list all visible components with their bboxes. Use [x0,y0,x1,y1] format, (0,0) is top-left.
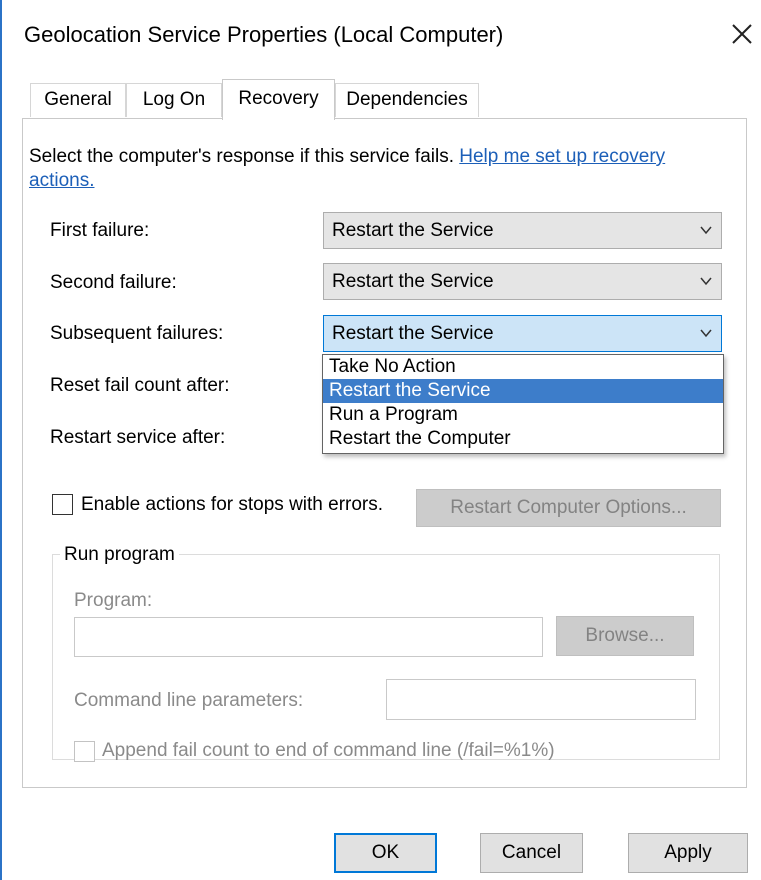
window-title: Geolocation Service Properties (Local Co… [24,22,504,47]
command-line-label: Command line parameters: [74,690,304,711]
chevron-down-icon [700,277,712,286]
restart-computer-options-button[interactable]: Restart Computer Options... [416,489,721,527]
close-icon [732,24,752,44]
chevron-down-icon [700,226,712,235]
run-program-title: Run program [60,544,179,566]
chevron-down-icon [700,329,712,338]
option-run-program[interactable]: Run a Program [323,403,723,427]
tab-strip: General Log On Recovery Dependencies [22,79,747,120]
program-label: Program: [74,590,153,611]
program-input[interactable] [74,617,543,657]
first-failure-value: Restart the Service [332,220,494,241]
intro-text: Select the computer's response if this s… [29,145,729,193]
run-program-group [52,554,720,760]
first-failure-select[interactable]: Restart the Service [323,212,722,249]
properties-dialog: Geolocation Service Properties (Local Co… [0,0,761,880]
reset-fail-count-label: Reset fail count after: [50,375,230,396]
tab-log-on[interactable]: Log On [126,83,222,117]
second-failure-label: Second failure: [50,272,177,293]
enable-actions-label: Enable actions for stops with errors. [81,494,384,515]
cancel-button[interactable]: Cancel [480,833,583,873]
browse-button[interactable]: Browse... [556,616,694,656]
enable-actions-checkbox[interactable] [52,494,73,515]
restart-service-label: Restart service after: [50,427,226,448]
second-failure-value: Restart the Service [332,271,494,292]
option-take-no-action[interactable]: Take No Action [323,355,723,379]
intro-description: Select the computer's response if this s… [29,146,460,167]
tab-recovery[interactable]: Recovery [222,79,335,120]
subsequent-failures-label: Subsequent failures: [50,323,224,344]
append-fail-count-checkbox[interactable] [74,741,95,762]
close-button[interactable] [724,16,760,52]
second-failure-select[interactable]: Restart the Service [323,263,722,300]
apply-button[interactable]: Apply [628,833,748,873]
first-failure-label: First failure: [50,220,150,241]
tab-general[interactable]: General [30,83,126,117]
command-line-input[interactable] [386,679,696,720]
subsequent-failures-value: Restart the Service [332,323,494,344]
option-restart-service[interactable]: Restart the Service [323,379,723,403]
subsequent-failures-select[interactable]: Restart the Service [323,315,722,352]
ok-button[interactable]: OK [334,833,437,873]
option-restart-computer[interactable]: Restart the Computer [323,427,723,451]
subsequent-failures-dropdown: Take No Action Restart the Service Run a… [322,354,724,454]
append-fail-count-label: Append fail count to end of command line… [102,740,555,761]
tab-dependencies[interactable]: Dependencies [335,83,479,117]
title-bar: Geolocation Service Properties (Local Co… [2,0,761,70]
